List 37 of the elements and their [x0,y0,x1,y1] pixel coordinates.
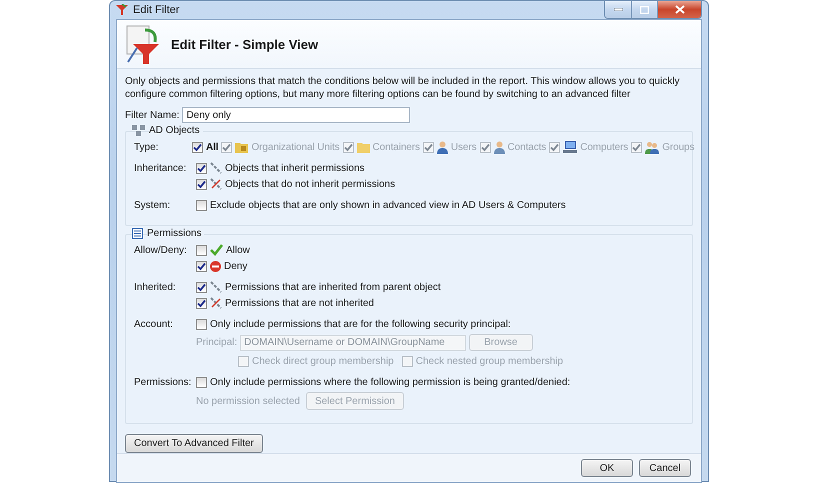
row-label: System: [134,199,172,212]
dialog-button[interactable]: Cancel [639,459,691,477]
option-label: Containers [372,142,420,152]
row-label: Inheritance: [134,162,188,176]
field-label: Filter Name: [125,110,180,120]
option-label: Only include permissions that are for the following security principal: [210,318,511,330]
option-label: Only include permissions where the following permission is being granted/denied: [210,376,570,388]
option-label: Contacts [508,142,546,152]
row-label: Account: [134,318,174,332]
row-label: Allow/Deny: [134,244,188,258]
option-label: Groups [662,142,694,152]
option-label: Permissions that are not inherited [225,298,374,308]
option-label: Check nested group membership [416,356,564,366]
option-label: Computers [580,142,628,152]
group-title: Permissions [147,228,204,239]
row-label: Permissions: [134,376,192,390]
window-title: Edit Filter [133,4,180,16]
option-label: Users [450,142,477,152]
description-text: Only objects and permissions that match the conditions below will be included in the report. This window allows you to quickly configure common filtering options, but many more filtering options can be found by switching to an advanced filter [125,75,681,101]
option-label: Deny [224,260,248,272]
option-label: All [206,142,218,152]
option-label: Objects that inherit permissions [225,162,365,174]
option-label: Objects that do not inherit permissions [225,178,396,190]
principal-label: Principal: [196,337,238,348]
row-label: Inherited: [134,281,177,295]
row-label: Type: [134,141,160,154]
option-label: Organizational Units [251,142,340,152]
option-label: Permissions that are inherited from parent object [225,282,441,292]
dialog-button[interactable]: OK [581,459,633,477]
option-label: Exclude objects that are only shown in advanced view in AD Users & Computers [210,200,566,210]
option-label: Check direct group membership [252,356,394,366]
convert-button[interactable]: Convert To Advanced Filter [125,434,263,453]
dialog-heading: Edit Filter - Simple View [171,36,318,52]
permission-status: No permission selected [196,396,300,406]
filter-name-field[interactable]: Deny only [182,107,410,123]
option-label: Allow [226,244,250,256]
group-title: AD Objects [149,125,203,136]
